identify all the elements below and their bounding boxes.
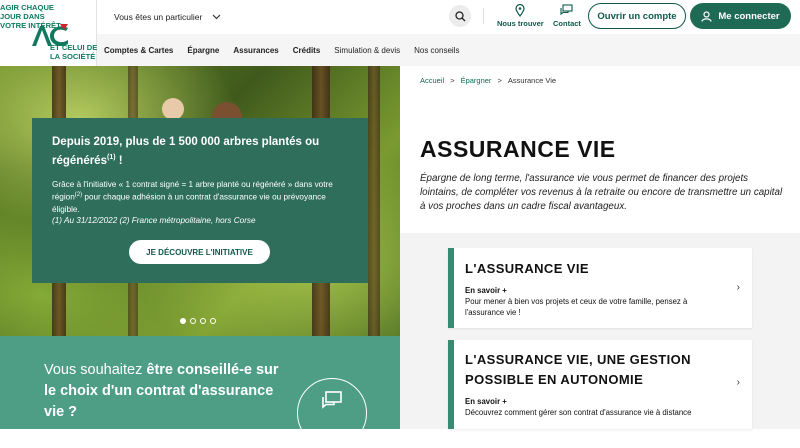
chevron-right-icon: › <box>736 377 740 388</box>
hero-text: Grâce à l'initiative « 1 contrat signé =… <box>52 179 333 214</box>
page-intro: Épargne de long terme, l'assurance vie v… <box>420 173 783 212</box>
contact-link[interactable]: Contact <box>553 4 581 28</box>
page-title: ASSURANCE VIE <box>420 136 616 162</box>
chat-bubbles-icon <box>322 391 342 409</box>
hero-title: Depuis 2019, plus de 1 500 000 arbres pl… <box>52 136 320 167</box>
hero-footnote: (1) Au 31/12/2022 (2) France métropolita… <box>52 216 256 226</box>
login-button[interactable]: Me connecter <box>690 3 791 29</box>
carousel-dot[interactable] <box>190 318 196 324</box>
location-pin-icon <box>515 4 525 17</box>
tree-trunk <box>368 66 380 336</box>
nav-nos-conseils[interactable]: Nos conseils <box>414 46 459 55</box>
profile-select[interactable]: Vous êtes un particulier <box>114 8 221 26</box>
user-icon <box>701 10 712 22</box>
carousel-dot[interactable] <box>200 318 206 324</box>
child-figure <box>162 98 184 120</box>
card-gestion-autonomie[interactable]: L'ASSURANCE VIE, UNE GESTION POSSIBLE EN… <box>448 340 752 429</box>
breadcrumb-savings[interactable]: Épargner <box>461 76 492 85</box>
nav-comptes-cartes[interactable]: Comptes & Cartes <box>104 46 173 55</box>
carousel-dot[interactable] <box>180 318 186 324</box>
carousel-dots <box>180 318 216 324</box>
nav-credits[interactable]: Crédits <box>293 46 321 55</box>
chevron-right-icon: › <box>736 282 740 293</box>
breadcrumb-separator: > <box>497 76 502 85</box>
card-title: L'ASSURANCE VIE, UNE GESTION POSSIBLE EN… <box>465 352 691 387</box>
chevron-down-icon <box>212 14 221 20</box>
card-title: L'ASSURANCE VIE <box>465 261 589 276</box>
card-learn-more[interactable]: En savoir + <box>465 397 507 406</box>
nav-simulation-devis[interactable]: Simulation & devis <box>334 46 400 55</box>
advice-text: Vous souhaitez être conseillé-e sur le c… <box>44 362 279 420</box>
chat-bubbles-icon <box>560 4 574 16</box>
card-assurance-vie[interactable]: L'ASSURANCE VIE En savoir + Pour mener à… <box>448 248 752 328</box>
find-us-label: Nous trouver <box>497 19 544 28</box>
logo-area[interactable]: AGIR CHAQUE JOUR DANS VOTRE INTÉRÊT ET C… <box>0 0 97 66</box>
breadcrumb-home[interactable]: Accueil <box>420 76 444 85</box>
header-divider <box>483 8 484 24</box>
card-description: Pour mener à bien vos projets et ceux de… <box>465 297 688 317</box>
card-learn-more[interactable]: En savoir + <box>465 286 507 295</box>
nav-assurances[interactable]: Assurances <box>233 46 278 55</box>
breadcrumb-current: Assurance Vie <box>507 76 557 85</box>
main-nav: Comptes & Cartes Épargne Assurances Créd… <box>97 34 800 66</box>
site-header: AGIR CHAQUE JOUR DANS VOTRE INTÉRÊT ET C… <box>0 0 800 66</box>
hero-card: Depuis 2019, plus de 1 500 000 arbres pl… <box>32 118 368 283</box>
contact-label: Contact <box>553 19 581 28</box>
card-description: Découvrez comment gérer son contrat d'as… <box>465 408 692 417</box>
login-label: Me connecter <box>718 10 780 22</box>
discover-initiative-button[interactable]: JE DÉCOUVRE L'INITIATIVE <box>129 240 270 264</box>
advice-contact-button[interactable] <box>297 378 367 448</box>
search-button[interactable] <box>449 5 471 27</box>
find-us-link[interactable]: Nous trouver <box>497 4 544 28</box>
slogan-bottom: ET CELUI DE LA SOCIÉTÉ <box>50 43 98 61</box>
search-icon <box>454 10 465 21</box>
nav-epargne[interactable]: Épargne <box>187 46 219 55</box>
breadcrumb: Accueil > Épargner > Assurance Vie <box>420 76 556 85</box>
profile-select-label: Vous êtes un particulier <box>114 12 203 22</box>
open-account-button[interactable]: Ouvrir un compte <box>588 3 686 29</box>
carousel-dot[interactable] <box>210 318 216 324</box>
breadcrumb-separator: > <box>450 76 455 85</box>
